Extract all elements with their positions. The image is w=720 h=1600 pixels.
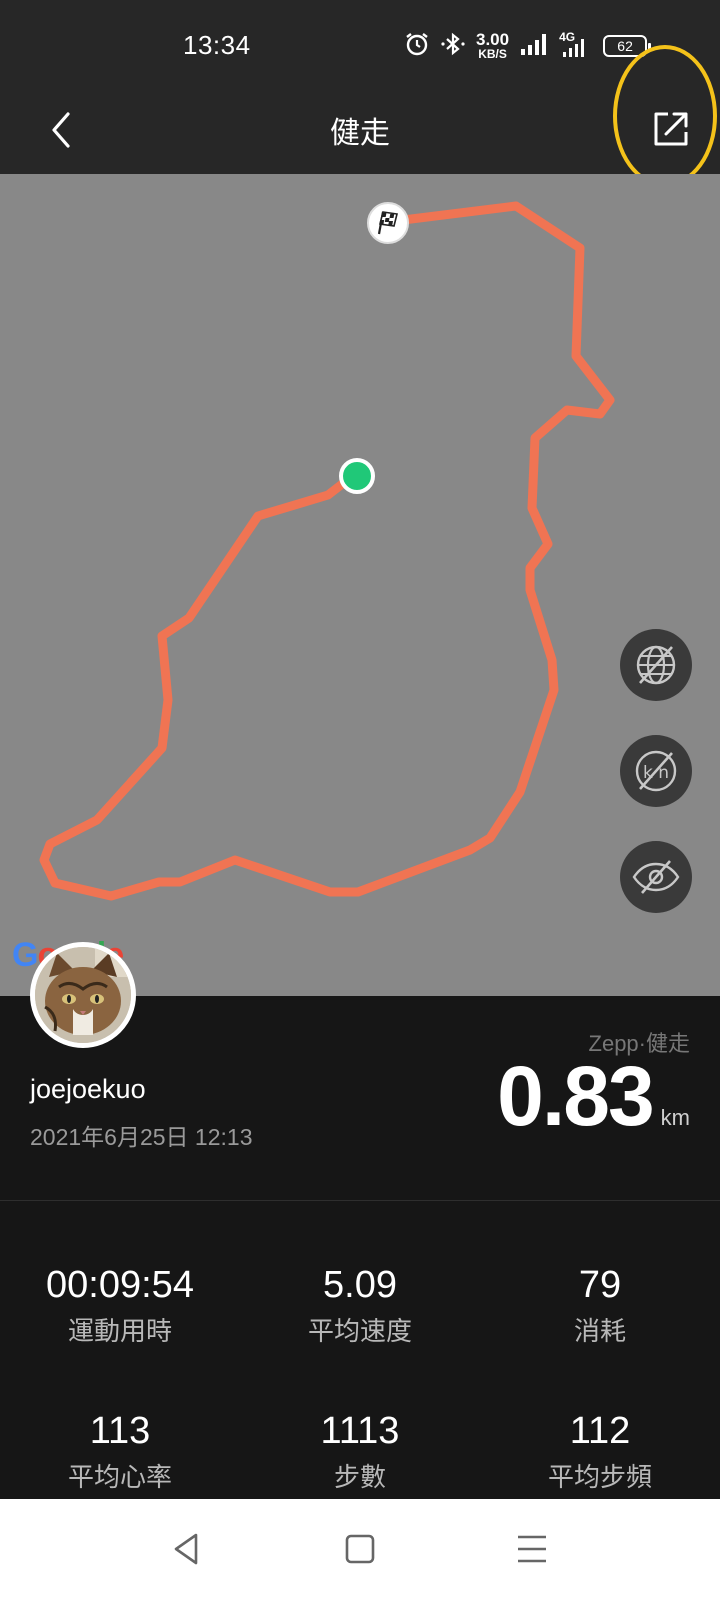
status-time: 13:34 bbox=[183, 30, 251, 60]
stat-value: 113 bbox=[89, 1410, 151, 1452]
km-marker-toggle[interactable]: k n bbox=[620, 735, 692, 807]
stat-avg-speed: 5.09 平均速度 bbox=[240, 1263, 480, 1348]
stat-value: 5.09 bbox=[323, 1264, 397, 1306]
cat-photo bbox=[35, 947, 131, 1043]
avatar[interactable] bbox=[30, 942, 136, 1048]
workout-datetime: 2021年6月25日 12:13 bbox=[30, 1124, 253, 1150]
map-layer-toggle[interactable] bbox=[620, 629, 692, 701]
finish-marker bbox=[367, 202, 409, 244]
stat-calories: 79 消耗 bbox=[480, 1263, 720, 1348]
nav-home-button[interactable] bbox=[338, 1527, 382, 1571]
visibility-toggle[interactable] bbox=[620, 841, 692, 913]
route-line bbox=[39, 201, 615, 901]
menu-lines-icon bbox=[518, 1535, 546, 1563]
status-icons: 3.00 KB/S 4G 62 bbox=[404, 28, 652, 64]
globe-off-icon bbox=[636, 645, 676, 685]
share-button[interactable] bbox=[640, 100, 700, 160]
stat-duration: 00:09:54 運動用時 bbox=[0, 1263, 240, 1348]
start-marker bbox=[339, 458, 375, 494]
stat-label: 平均步頻 bbox=[547, 1462, 652, 1492]
stat-value: 1113 bbox=[320, 1410, 400, 1452]
signal-icon bbox=[519, 31, 549, 62]
net-speed-value: 3.00 bbox=[476, 30, 510, 49]
stat-value: 112 bbox=[569, 1410, 631, 1452]
route-path-layer bbox=[39, 201, 615, 901]
stat-label: 運動用時 bbox=[67, 1316, 172, 1346]
stat-steps: 1113 步數 bbox=[240, 1409, 480, 1494]
home-square-icon bbox=[345, 1534, 375, 1564]
stat-label: 消耗 bbox=[573, 1316, 626, 1346]
net-speed-unit: KB/S bbox=[478, 47, 507, 61]
stat-value: 79 bbox=[578, 1264, 622, 1306]
eye-off-icon bbox=[632, 860, 680, 894]
distance-unit: km bbox=[660, 1105, 690, 1130]
distance: 0.83 km bbox=[497, 1048, 690, 1145]
stat-avg-cadence: 112 平均步頻 bbox=[480, 1409, 720, 1494]
page-title: 健走 bbox=[330, 117, 390, 150]
nav-menu-button[interactable] bbox=[510, 1527, 554, 1571]
stat-label: 平均速度 bbox=[307, 1316, 412, 1346]
google-letter: G bbox=[12, 936, 38, 974]
stat-value: 00:09:54 bbox=[46, 1264, 194, 1306]
signal-4g-icon: 4G bbox=[559, 30, 593, 60]
checkered-flag-icon bbox=[377, 211, 398, 235]
status-bar: 13:34 3.00 KB/S 4G 62 bbox=[0, 0, 720, 90]
app-header: 健走 bbox=[0, 90, 720, 174]
stat-avg-heart-rate: 113 平均心率 bbox=[0, 1409, 240, 1494]
battery-icon: 62 bbox=[603, 35, 652, 57]
stat-label: 步數 bbox=[333, 1462, 386, 1492]
route-map[interactable]: k n Google bbox=[0, 174, 720, 996]
system-nav-bar bbox=[0, 1499, 720, 1600]
share-external-icon bbox=[654, 112, 688, 146]
back-triangle-icon bbox=[174, 1533, 198, 1565]
stats-grid: 00:09:54 運動用時 5.09 平均速度 79 消耗 113 平均心率 1… bbox=[0, 1201, 720, 1499]
stat-label: 平均心率 bbox=[67, 1462, 172, 1492]
bluetooth-icon bbox=[440, 31, 466, 62]
alarm-icon bbox=[404, 31, 430, 62]
username: joejoekuo bbox=[30, 1074, 146, 1104]
km-off-icon: k n bbox=[635, 750, 677, 792]
distance-value: 0.83 bbox=[497, 1049, 654, 1143]
net-speed: 3.00 KB/S bbox=[476, 30, 510, 61]
nav-back-button[interactable] bbox=[166, 1527, 210, 1571]
